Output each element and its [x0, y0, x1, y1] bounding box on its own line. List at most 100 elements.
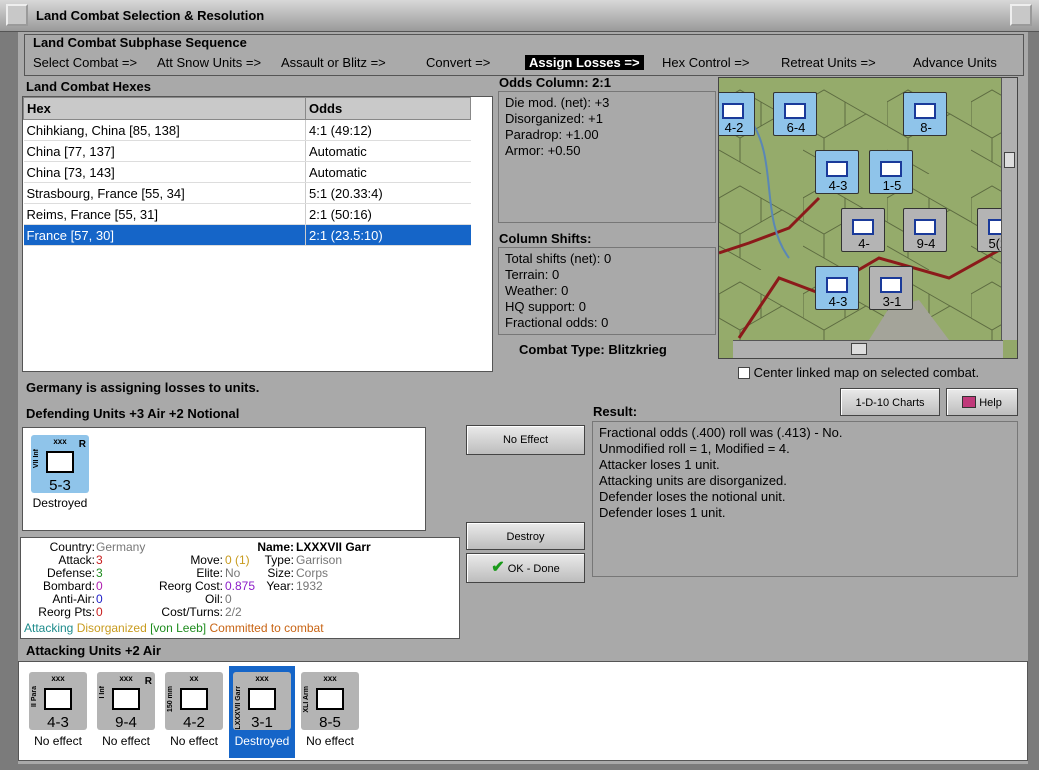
hex-row[interactable]: Strasbourg, France [55, 34] 5:1 (20.33:4) — [23, 182, 471, 204]
attacking-heading: Attacking Units +2 Air — [26, 643, 161, 658]
map-unit-symbol-icon — [914, 103, 936, 119]
unit-counter[interactable]: xxx VII Inf R 5-3 — [31, 435, 89, 494]
infantry-symbol-icon — [112, 688, 140, 710]
title-bar: Land Combat Selection & Resolution — [0, 0, 1039, 32]
odds-details: Die mod. (net): +3 Disorganized: +1 Para… — [498, 91, 716, 223]
unit-counter[interactable]: xxx II Para 4-3 — [29, 672, 87, 731]
shifts-heading: Column Shifts: — [499, 231, 592, 246]
center-map-option[interactable]: Center linked map on selected combat. — [738, 365, 979, 380]
column-shifts: Total shifts (net): 0 Terrain: 0 Weather… — [498, 247, 716, 335]
linked-map[interactable]: 4-2 6-4 8- 4-3 1-5 4- 9-4 5(2) 4-3 3-1 — [718, 77, 1018, 359]
map-vscroll-thumb[interactable] — [1004, 152, 1015, 168]
unit-flag: R — [144, 676, 152, 687]
country-value: Germany — [96, 540, 146, 554]
odds-line: Die mod. (net): +3 — [505, 95, 610, 110]
hex-name: China [73, 143] — [23, 161, 306, 183]
attacking-unit[interactable]: xxx XLI Arm 8-5 No effect — [297, 666, 363, 758]
no-effect-button[interactable]: No Effect — [466, 425, 585, 455]
hex-odds: 5:1 (20.33:4) — [305, 182, 471, 204]
result-line: Unmodified roll = 1, Modified = 4. — [599, 441, 790, 456]
hex-row[interactable]: China [73, 143] Automatic — [23, 161, 471, 183]
map-unit-counter[interactable]: 6-4 — [773, 92, 817, 136]
charts-button[interactable]: 1-D-10 Charts — [840, 388, 940, 416]
shift-line: Terrain: 0 — [505, 267, 560, 282]
map-unit-counter[interactable]: 9-4 — [903, 208, 947, 252]
infantry-symbol-icon — [180, 688, 208, 710]
unit-counter[interactable]: xxx XLI Arm 8-5 — [301, 672, 359, 731]
map-unit-counter[interactable]: 4-3 — [815, 150, 859, 194]
attacking-unit[interactable]: xxx I Inf R 9-4 No effect — [93, 666, 159, 758]
unit-result: No effect — [34, 734, 82, 748]
close-button[interactable] — [1010, 4, 1032, 26]
system-menu-icon[interactable] — [6, 4, 28, 26]
unit-counter[interactable]: xxx I Inf R 9-4 — [97, 672, 155, 731]
map-vertical-scrollbar[interactable] — [1001, 78, 1017, 340]
map-unit-symbol-icon — [826, 161, 848, 177]
map-unit-counter[interactable]: 3-1 — [869, 266, 913, 310]
result-line: Defender loses 1 unit. — [599, 505, 726, 520]
step-convert: Convert => — [426, 55, 491, 70]
map-unit-counter[interactable]: 4-3 — [815, 266, 859, 310]
map-unit-symbol-icon — [852, 219, 874, 235]
map-unit-counter[interactable]: 4- — [841, 208, 885, 252]
combat-hex-list[interactable]: Hex Odds Chihkiang, China [85, 138] 4:1 (… — [22, 96, 493, 372]
unit-counter[interactable]: xx 150 mm 4-2 — [165, 672, 223, 731]
unit-flag: R — [78, 439, 86, 450]
infantry-symbol-icon — [316, 688, 344, 710]
unit-size: xxx — [51, 674, 65, 683]
map-unit-counter[interactable]: 4-2 — [719, 92, 755, 136]
map-unit-symbol-icon — [722, 103, 744, 119]
map-unit-symbol-icon — [914, 219, 936, 235]
cost-label: Cost/Turns: — [161, 605, 223, 619]
unit-values: 8-5 — [319, 714, 341, 731]
status-disorganized: Disorganized — [76, 621, 147, 635]
attacking-unit[interactable]: xx 150 mm 4-2 No effect — [161, 666, 227, 758]
result-heading: Result: — [593, 404, 638, 419]
year-label: Year: — [266, 579, 294, 593]
odds-heading: Odds Column: 2:1 — [499, 75, 611, 90]
attacking-unit[interactable]: xxx LXXXVII Garr 3-1 Destroyed — [229, 666, 295, 758]
unit-values: 9-4 — [115, 714, 137, 731]
step-assign-losses: Assign Losses => — [525, 55, 644, 70]
status-commander: [von Leeb] — [150, 621, 207, 635]
unit-result: Destroyed — [32, 496, 88, 510]
hex-name: Strasbourg, France [55, 34] — [23, 182, 306, 204]
ok-done-button[interactable]: ✔ OK - Done — [466, 553, 585, 583]
status-message: Germany is assigning losses to units. — [26, 380, 260, 395]
defending-unit[interactable]: xxx VII Inf R 5-3 Destroyed — [27, 435, 93, 525]
attacking-units-list[interactable]: xxx II Para 4-3 No effect xxx I Inf R 9-4 No eff… — [18, 661, 1028, 761]
unit-name: II Para — [31, 686, 38, 708]
center-map-checkbox[interactable] — [738, 367, 750, 379]
column-header-odds[interactable]: Odds — [305, 97, 471, 120]
map-unit-values: 1-5 — [882, 178, 902, 193]
hex-row[interactable]: China [77, 137] Automatic — [23, 140, 471, 162]
sequence-heading: Land Combat Subphase Sequence — [33, 35, 247, 50]
infantry-symbol-icon — [248, 688, 276, 710]
ok-done-label: OK - Done — [507, 563, 560, 575]
map-unit-symbol-icon — [826, 277, 848, 293]
map-horizontal-scrollbar[interactable] — [733, 340, 1003, 358]
map-unit-values: 4- — [858, 236, 870, 251]
unit-counter[interactable]: xxx LXXXVII Garr 3-1 — [233, 672, 291, 731]
destroy-button[interactable]: Destroy — [466, 522, 585, 550]
defending-units-list[interactable]: xxx VII Inf R 5-3 Destroyed — [22, 427, 426, 531]
unit-details: Country: Attack: Defense: Bombard: Anti-… — [20, 537, 460, 639]
hex-name: Chihkiang, China [85, 138] — [23, 119, 306, 141]
subphase-sequence: Land Combat Subphase Sequence Select Com… — [24, 34, 1024, 76]
map-hscroll-thumb[interactable] — [851, 343, 867, 355]
column-header-hex[interactable]: Hex — [23, 97, 306, 120]
attacking-unit[interactable]: xxx II Para 4-3 No effect — [25, 666, 91, 758]
shift-line: Weather: 0 — [505, 283, 569, 298]
center-map-label: Center linked map on selected combat. — [753, 365, 980, 380]
map-unit-counter[interactable]: 8- — [903, 92, 947, 136]
step-att-snow: Att Snow Units => — [157, 55, 262, 70]
combat-type: Combat Type: Blitzkrieg — [519, 342, 667, 357]
combat-type-value: Blitzkrieg — [608, 342, 667, 357]
hex-row[interactable]: Reims, France [55, 31] 2:1 (50:16) — [23, 203, 471, 225]
hex-row[interactable]: Chihkiang, China [85, 138] 4:1 (49:12) — [23, 119, 471, 141]
map-unit-values: 6-4 — [786, 120, 806, 135]
map-unit-values: 9-4 — [916, 236, 936, 251]
hex-row[interactable]: France [57, 30] 2:1 (23.5:10) — [23, 224, 471, 246]
map-unit-counter[interactable]: 1-5 — [869, 150, 913, 194]
help-button[interactable]: Help — [946, 388, 1018, 416]
